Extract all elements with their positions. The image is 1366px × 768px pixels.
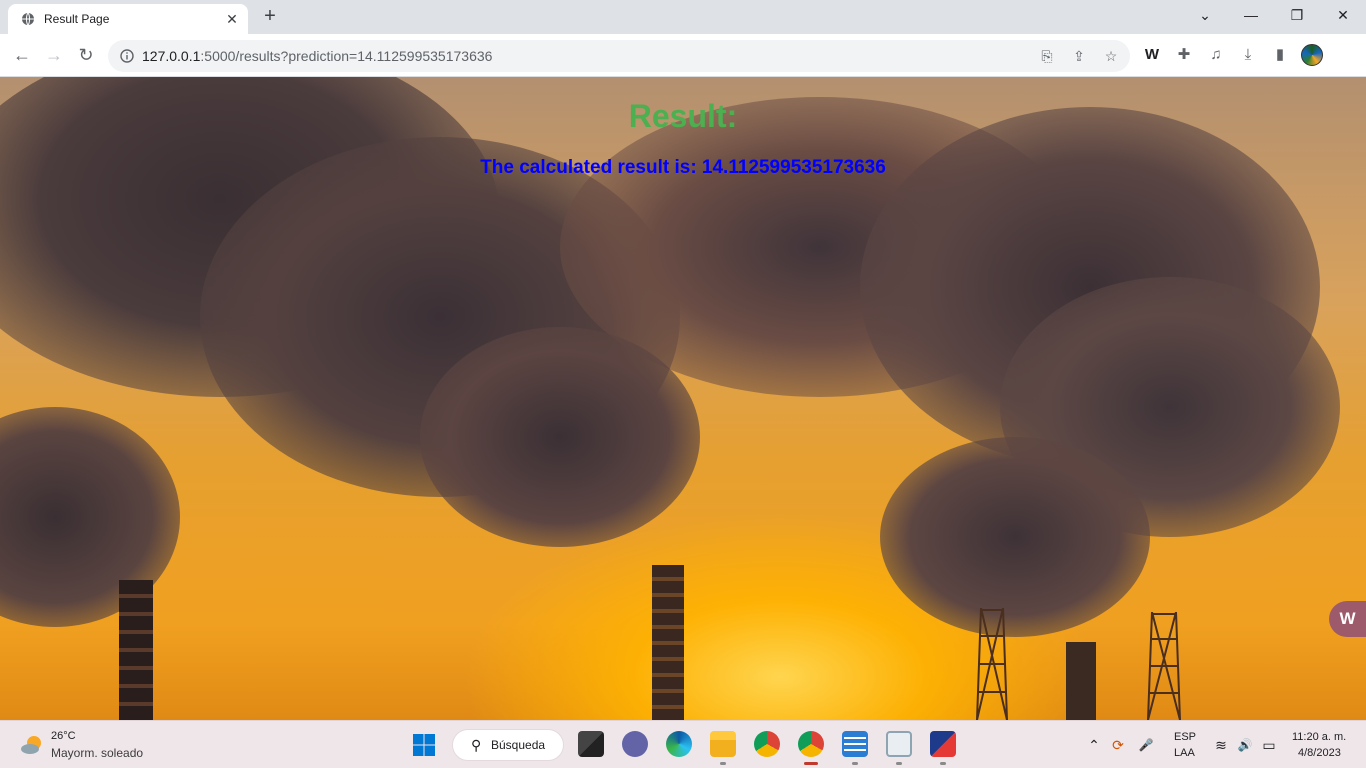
new-tab-button[interactable]: + [260, 6, 280, 26]
search-icon: ⚲ [471, 737, 482, 753]
file-explorer-running-indicator [720, 762, 726, 765]
w-extension-icon[interactable]: W [1142, 45, 1162, 65]
wifi-icon[interactable]: ≋ [1212, 735, 1230, 755]
url-host: 127.0.0.1 [142, 48, 201, 64]
windows-start-icon[interactable] [412, 733, 436, 757]
lattice-tower-right [1147, 612, 1181, 720]
task-view-icon[interactable] [578, 731, 604, 757]
edge-icon[interactable] [666, 731, 692, 757]
url-path: :5000/results?prediction=14.112599535173… [200, 48, 493, 64]
info-icon[interactable] [120, 49, 134, 63]
weather-temperature[interactable]: 26°C [51, 730, 76, 742]
volume-icon[interactable]: 🔊 [1236, 735, 1254, 755]
taskbar-search[interactable]: ⚲ Búsqueda [452, 729, 564, 761]
globe-icon [22, 12, 34, 26]
sync-icon[interactable]: ⟳ [1109, 735, 1127, 755]
clock-date[interactable]: 4/8/2023 [1298, 747, 1341, 759]
page-viewport: Result: The calculated result is: 14.112… [0, 77, 1366, 720]
close-window-button[interactable]: ✕ [1331, 4, 1355, 26]
notepad-icon[interactable] [842, 731, 868, 757]
translate-icon[interactable]: ⎘ [1038, 47, 1056, 65]
bookmark-star-icon[interactable]: ☆ [1102, 47, 1120, 65]
input-layout[interactable]: LAA [1174, 747, 1195, 759]
chrome-icon[interactable] [754, 731, 780, 757]
browser-toolbar: ← → ↻ 127.0.0.1:5000/results?prediction=… [0, 34, 1366, 77]
python-app-icon[interactable] [930, 731, 956, 757]
page-title: Result: [628, 98, 738, 134]
side-panel-icon[interactable]: ▮ [1270, 45, 1290, 65]
tab-close-icon[interactable]: ✕ [224, 11, 240, 27]
show-hidden-icons-chevron-icon[interactable]: ⌃ [1085, 735, 1103, 755]
restore-button[interactable]: ❐ [1285, 4, 1309, 26]
lattice-tower-left [976, 608, 1008, 720]
tab-search-chevron-icon[interactable]: ⌄ [1193, 4, 1217, 26]
input-language[interactable]: ESP [1174, 731, 1196, 743]
microphone-icon[interactable]: 🎤 [1137, 735, 1155, 755]
battery-icon[interactable]: ▭ [1260, 735, 1278, 755]
python-app-running-indicator [940, 762, 946, 765]
profile-avatar[interactable] [1301, 44, 1323, 66]
file-explorer-icon[interactable] [710, 731, 736, 757]
url-text[interactable]: 127.0.0.1:5000/results?prediction=14.112… [142, 48, 492, 64]
minimize-button[interactable]: — [1239, 4, 1263, 26]
download-icon[interactable]: ⤓ [1238, 45, 1258, 65]
taskbar-search-label: Búsqueda [491, 738, 546, 752]
share-icon[interactable]: ⇪ [1070, 47, 1088, 65]
teams-chat-icon[interactable] [622, 731, 648, 757]
tab-strip: Result Page ✕ + ⌄ — ❐ ✕ [0, 0, 1366, 34]
w-extension-side-widget[interactable]: W [1329, 601, 1366, 637]
extensions-puzzle-icon[interactable]: ✚ [1174, 45, 1194, 65]
app-window-running-indicator [896, 762, 902, 765]
notepad-running-indicator [852, 762, 858, 765]
taskbar: 26°C Mayorm. soleado ⚲ Búsqueda ⌃ ⟳ 🎤 ES… [0, 720, 1366, 768]
back-button[interactable]: ← [10, 43, 34, 67]
chrome-profile-icon[interactable] [798, 731, 824, 757]
clock-time[interactable]: 11:20 a. m. [1292, 731, 1346, 743]
weather-sun-cloud-icon[interactable] [20, 733, 44, 757]
chrome-active-indicator [804, 762, 818, 765]
tab-result-page[interactable]: Result Page ✕ [8, 4, 248, 34]
media-control-icon[interactable]: ♫ [1206, 45, 1226, 65]
result-text: The calculated result is: 14.11259953517… [480, 157, 886, 178]
app-window-icon[interactable] [886, 731, 912, 757]
address-bar[interactable]: 127.0.0.1:5000/results?prediction=14.112… [108, 40, 1130, 72]
tab-title: Result Page [44, 12, 110, 26]
weather-description[interactable]: Mayorm. soleado [51, 746, 143, 760]
reload-button[interactable]: ↻ [74, 43, 98, 67]
forward-button[interactable]: → [42, 43, 66, 67]
